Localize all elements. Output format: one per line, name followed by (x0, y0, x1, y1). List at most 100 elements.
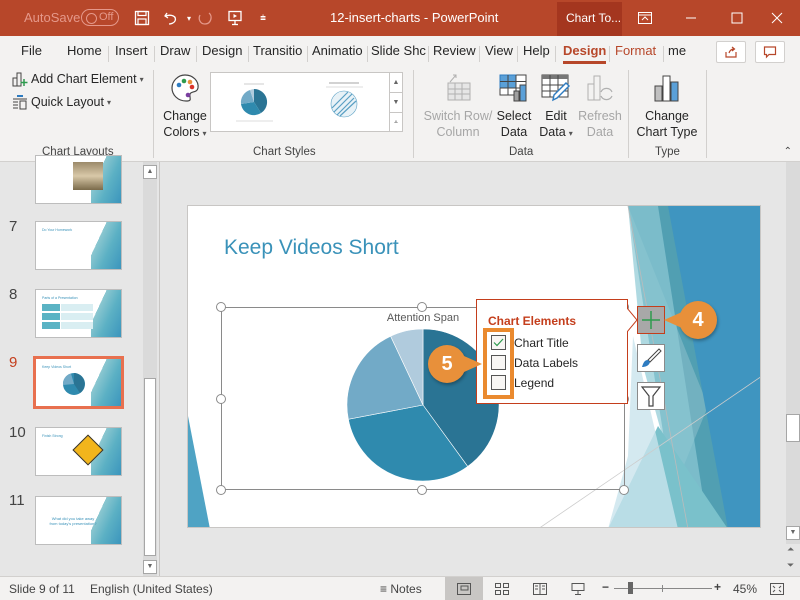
edit-data-button[interactable]: Edit Data ▾ (536, 72, 576, 142)
resize-handle-top-left[interactable] (216, 302, 226, 312)
chart-styles-gallery[interactable] (210, 72, 390, 132)
tab-tell-me[interactable]: me (668, 43, 686, 58)
tab-home[interactable]: Home (67, 43, 102, 58)
scroll-down-icon[interactable]: ▼ (143, 560, 157, 574)
autosave-label: AutoSave (24, 10, 81, 25)
slide-thumbnail-7[interactable]: Do Your Homework (35, 221, 122, 270)
slideshow-icon (571, 583, 585, 595)
share-button[interactable] (716, 41, 746, 63)
reading-view-button[interactable] (521, 577, 559, 600)
zoom-slider-thumb[interactable] (628, 582, 633, 594)
tab-help[interactable]: Help (523, 43, 550, 58)
change-chart-type-label-1: Change (645, 109, 689, 123)
previous-slide-icon[interactable]: ⏶ (787, 544, 794, 555)
tab-file[interactable]: File (21, 43, 42, 58)
slide-thumbnail-10[interactable]: Finish Strong (35, 427, 122, 476)
chart-title-label: Chart Title (514, 335, 569, 350)
tab-chart-format[interactable]: Format (615, 43, 656, 58)
resize-handle-left[interactable] (216, 394, 226, 404)
group-label-type: Type (655, 146, 680, 158)
gallery-scroll-down-icon[interactable]: ▼ (390, 93, 402, 113)
change-chart-type-button[interactable]: Change Chart Type (634, 72, 700, 140)
checkbox-highlight-box (483, 328, 514, 399)
work-area: 7 Do Your Homework 8 Parts of a Presenta… (0, 155, 800, 576)
change-colors-button[interactable]: Change Colors ▾ (160, 72, 210, 142)
select-data-button[interactable]: Select Data (494, 72, 534, 140)
zoom-out-icon[interactable]: − (602, 580, 609, 594)
autosave-toggle[interactable]: Off (81, 9, 119, 26)
close-icon[interactable] (754, 0, 800, 36)
fit-to-window-button[interactable] (762, 577, 792, 600)
chart-style-2[interactable] (326, 82, 363, 118)
group-label-chart-styles: Chart Styles (253, 146, 316, 158)
resize-handle-bottom[interactable] (417, 485, 427, 495)
tab-insert[interactable]: Insert (115, 43, 148, 58)
tab-design[interactable]: Design (202, 43, 242, 58)
minimize-icon[interactable] (668, 0, 714, 36)
slide-thumbnail-9[interactable]: Keep Videos Short (33, 356, 124, 409)
customize-qat-icon[interactable]: ⩧ (252, 7, 274, 29)
switch-row-column-button[interactable]: Switch Row/ Column (420, 72, 496, 140)
chart-elements-button[interactable] (637, 306, 665, 334)
zoom-in-icon[interactable]: + (714, 580, 721, 594)
slide-thumbnail-6[interactable] (35, 155, 122, 204)
editor-scrollbar[interactable]: ▼ ⏶ ⏷ (783, 162, 800, 576)
scrollbar-thumb[interactable] (786, 414, 800, 442)
refresh-data-button[interactable]: Refresh Data (578, 72, 622, 140)
normal-view-button[interactable] (445, 577, 483, 600)
change-chart-type-label-2: Chart Type (636, 125, 698, 139)
group-separator (413, 70, 414, 158)
slide-sorter-button[interactable] (483, 577, 521, 600)
refresh-data-label-2: Data (586, 125, 614, 139)
notes-button[interactable]: ≡ Notes (380, 582, 422, 596)
thumbnail-title: Finish Strong (42, 434, 63, 438)
tab-review[interactable]: Review (433, 43, 476, 58)
step-5-pointer (464, 356, 482, 372)
scroll-down-icon[interactable]: ▼ (786, 526, 800, 540)
resize-handle-bottom-left[interactable] (216, 485, 226, 495)
scrollbar-thumb[interactable] (144, 378, 156, 556)
tab-transitions[interactable]: Transitio (253, 43, 302, 58)
zoom-percent[interactable]: 45% (733, 582, 757, 596)
resize-handle-top[interactable] (417, 302, 427, 312)
share-icon (725, 46, 737, 58)
chart-style-thumbnails (236, 82, 363, 122)
scrollbar-track[interactable] (786, 162, 800, 544)
slide-title[interactable]: Keep Videos Short (224, 236, 399, 260)
tab-view[interactable]: View (485, 43, 513, 58)
slide-thumbnail-8[interactable]: Parts of a Presentation (35, 289, 122, 338)
step-5-badge: 5 (428, 345, 466, 383)
language-indicator[interactable]: English (United States) (90, 582, 213, 596)
tab-draw[interactable]: Draw (160, 43, 190, 58)
gallery-scroll-up-icon[interactable]: ▲ (390, 73, 402, 93)
tab-separator (307, 46, 308, 62)
switch-row-label-2: Column (436, 125, 480, 139)
chart-styles-button[interactable] (637, 344, 665, 372)
scroll-up-icon[interactable]: ▲ (143, 165, 157, 179)
redo-icon[interactable] (194, 7, 216, 29)
tab-animations[interactable]: Animatio (312, 43, 363, 58)
switch-row-label-1: Switch Row/ (423, 109, 493, 123)
save-icon[interactable] (131, 7, 153, 29)
slide-thumbnail-11[interactable]: What did you take away from today's pres… (35, 496, 122, 545)
comments-button[interactable] (755, 41, 785, 63)
data-labels-label: Data Labels (514, 355, 579, 370)
chart-filters-button[interactable] (637, 382, 665, 410)
gallery-more-icon[interactable]: ⩡ (390, 113, 402, 133)
thumbnail-decoration (91, 359, 121, 406)
quick-layout-button[interactable]: Quick Layout ▾ (12, 94, 111, 110)
chart-style-1[interactable] (236, 83, 273, 122)
slideshow-button[interactable] (559, 577, 597, 600)
collapse-ribbon-icon[interactable]: ⌃ (784, 146, 792, 157)
add-chart-element-button[interactable]: Add Chart Element ▾ (12, 71, 144, 87)
gallery-scroll[interactable]: ▲ ▼ ⩡ (389, 72, 403, 132)
resize-handle-bottom-right[interactable] (619, 485, 629, 495)
slides-pane-scrollbar[interactable]: ▲ ▼ (143, 162, 157, 576)
ribbon-display-icon[interactable] (622, 0, 668, 36)
tab-chart-design[interactable]: Design (563, 43, 607, 64)
next-slide-icon[interactable]: ⏷ (787, 560, 794, 571)
refresh-data-label-1: Refresh (578, 109, 622, 123)
tab-slide-show[interactable]: Slide Shc (371, 43, 426, 58)
tab-separator (428, 46, 429, 62)
present-icon[interactable] (224, 7, 246, 29)
